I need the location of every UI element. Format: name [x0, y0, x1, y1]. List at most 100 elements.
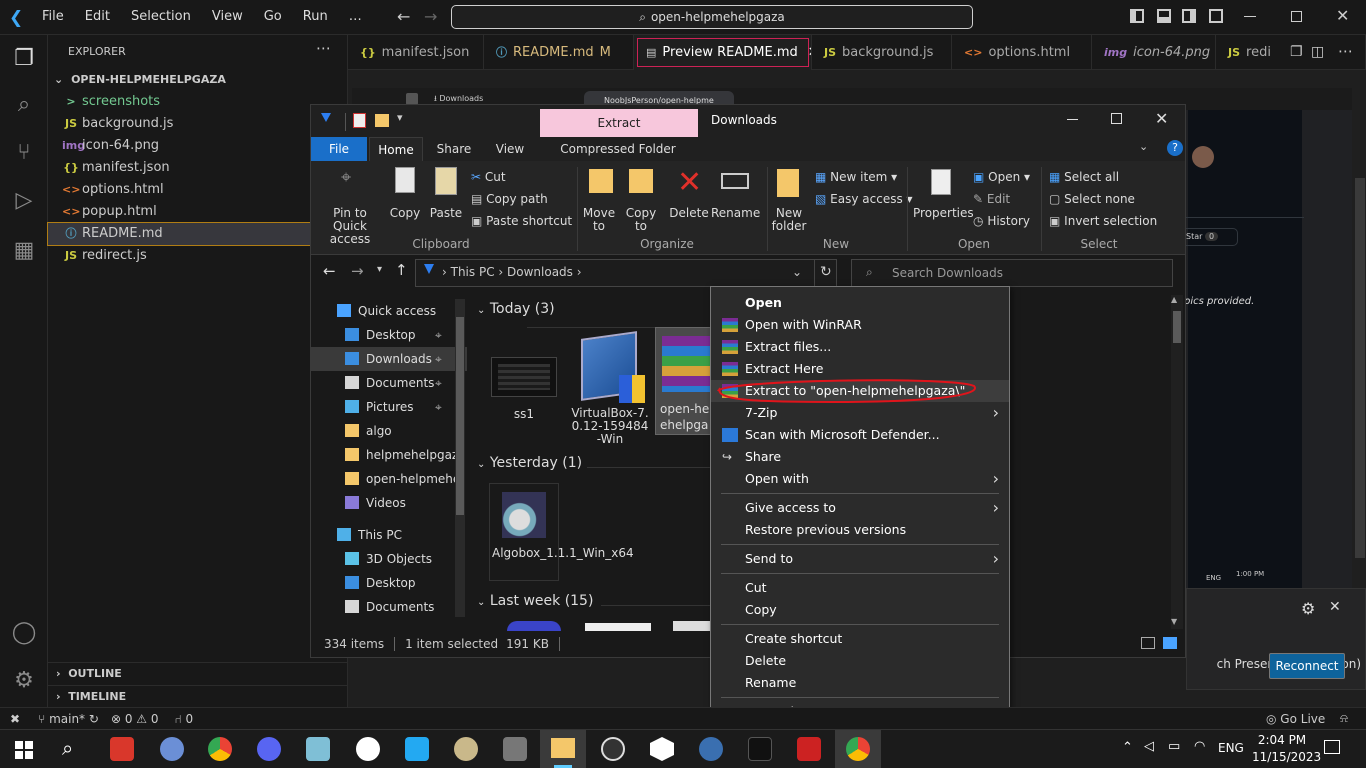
navpane-scrollbar[interactable] — [455, 299, 465, 617]
notification-center-icon[interactable] — [1324, 740, 1340, 754]
context-menu-item[interactable]: Create shortcut — [711, 628, 1009, 650]
tiktok-icon[interactable] — [748, 737, 772, 761]
avatar[interactable] — [1192, 146, 1214, 168]
settings-gear-icon[interactable]: ⚙ — [1301, 599, 1315, 618]
properties-button[interactable]: Properties — [913, 207, 974, 220]
tab-file[interactable]: File — [311, 137, 367, 161]
nav-item[interactable]: Pictures ⌖ — [311, 395, 467, 419]
large-icons-view-icon[interactable] — [1163, 637, 1177, 649]
editor-tab[interactable]: ▤Preview README.md✕ — [634, 35, 812, 70]
delete-button[interactable]: Delete — [669, 207, 709, 220]
group-today[interactable]: ⌄ Today (3) — [477, 301, 555, 317]
language-indicator[interactable]: ENG — [1218, 741, 1244, 755]
file-tree-item[interactable]: > screenshots — [48, 91, 348, 113]
menu-item[interactable]: Selection — [131, 9, 191, 24]
forward-arrow-icon[interactable]: → — [424, 7, 437, 26]
nav-item[interactable]: Desktop ⌖ — [311, 323, 467, 347]
help-icon[interactable]: ? — [1167, 140, 1183, 156]
run-debug-icon[interactable]: ▷ — [10, 187, 38, 215]
timeline-section[interactable]: › TIMELINE — [48, 685, 348, 707]
tab-share[interactable]: Share — [431, 137, 477, 161]
toggle-secondary-sidebar-icon[interactable] — [1182, 9, 1196, 23]
file-thumbnail-partial[interactable] — [507, 621, 561, 631]
menu-item[interactable]: … — [349, 9, 362, 24]
invert-selection-button[interactable]: ▣ Invert selection — [1049, 213, 1157, 229]
toggle-sidebar-icon[interactable] — [1130, 9, 1144, 23]
obs-icon[interactable] — [601, 737, 625, 761]
forward-arrow-icon[interactable]: → — [351, 262, 364, 280]
easy-access-button[interactable]: ▧ Easy access ▾ — [815, 191, 913, 207]
app-icon-1[interactable] — [110, 737, 134, 761]
context-menu-item[interactable]: Restore previous versions — [711, 519, 1009, 541]
chrome-icon[interactable] — [208, 737, 232, 761]
context-menu-item[interactable]: ↪ Share — [711, 446, 1009, 468]
maximize-icon[interactable] — [1111, 113, 1122, 124]
customize-layout-icon[interactable] — [1209, 9, 1223, 23]
search-icon[interactable]: ⌕ — [62, 736, 73, 760]
context-menu-item[interactable]: Delete — [711, 650, 1009, 672]
nav-item[interactable]: This PC — [311, 523, 467, 547]
chrome-taskbar-active[interactable] — [835, 730, 881, 768]
close-icon[interactable]: ✕ — [1329, 599, 1341, 615]
app-icon-7[interactable] — [699, 737, 723, 761]
source-control-icon[interactable]: ⑂ — [10, 139, 38, 167]
file-virtualbox[interactable]: VirtualBox-7.0.12-159484-Win — [571, 331, 649, 446]
battery-icon[interactable]: ▭ — [1168, 739, 1180, 754]
group-yesterday[interactable]: ⌄ Yesterday (1) — [477, 455, 582, 471]
address-dropdown-icon[interactable]: ⌄ — [792, 265, 802, 279]
back-arrow-icon[interactable]: ← — [397, 7, 410, 26]
file-thumbnail-partial[interactable] — [585, 623, 651, 631]
menu-item[interactable]: View — [212, 9, 243, 24]
copy-button[interactable]: Copy — [387, 207, 423, 220]
copy-to-button[interactable]: Copy to — [623, 207, 659, 233]
nav-item[interactable]: helpmehelpgaza — [311, 443, 467, 467]
context-menu-item[interactable]: Rename — [711, 672, 1009, 694]
search-box[interactable]: ⌕ Search Downloads — [851, 259, 1173, 287]
nav-item[interactable]: Videos — [311, 491, 467, 515]
context-menu-item[interactable]: Open with › — [711, 468, 1009, 490]
expand-ribbon-icon[interactable]: ⌄ — [1139, 140, 1148, 153]
editor-tab[interactable]: <> options.html — [952, 35, 1092, 70]
nav-item[interactable]: 3D Objects — [311, 547, 467, 571]
edit-button[interactable]: ✎ Edit — [973, 191, 1010, 207]
context-menu-item[interactable]: Open — [711, 292, 1009, 314]
select-all-button[interactable]: ▦ Select all — [1049, 169, 1119, 185]
extensions-icon[interactable]: ▦ — [10, 237, 38, 265]
explorer-taskbar-active[interactable] — [540, 730, 586, 768]
open-button[interactable]: ▣ Open ▾ — [973, 169, 1030, 185]
close-icon[interactable]: ✕ — [1155, 109, 1168, 128]
nav-item[interactable]: algo — [311, 419, 467, 443]
file-tree-item[interactable]: <> options.html — [48, 179, 348, 201]
new-folder-button[interactable]: New folder — [769, 207, 809, 233]
settings-gear-icon[interactable]: ⚙ — [10, 667, 38, 695]
app-icon-5[interactable] — [503, 737, 527, 761]
editor-tab[interactable]: ⓘ README.md M — [484, 35, 634, 70]
menu-item[interactable]: Go — [264, 9, 282, 24]
content-scrollbar[interactable]: ▲ ▼ — [1171, 295, 1183, 629]
nav-item[interactable]: open-helpmehe — [311, 467, 467, 491]
account-icon[interactable]: ◯ — [10, 619, 38, 647]
app-icon-6[interactable] — [650, 737, 674, 761]
cut-button[interactable]: ✂ Cut — [471, 169, 506, 185]
more-actions-icon[interactable]: ⋯ — [316, 39, 331, 57]
copy-path-button[interactable]: ▤ Copy path — [471, 191, 548, 207]
menu-item[interactable]: Run — [303, 9, 328, 24]
go-live-button[interactable]: ◎ Go Live — [1266, 712, 1325, 726]
new-folder-quick-icon[interactable] — [375, 114, 389, 127]
back-arrow-icon[interactable]: ← — [323, 262, 336, 280]
nav-item[interactable]: Documents ⌖ — [311, 371, 467, 395]
details-view-icon[interactable] — [1141, 637, 1155, 649]
nav-item[interactable]: Downloads ⌖ — [311, 347, 467, 371]
editor-tab[interactable]: {} manifest.json — [348, 35, 484, 70]
file-tree-item[interactable]: ⓘ README.md — [47, 222, 349, 246]
notifications-bell-icon[interactable]: ⍾ — [1340, 711, 1348, 726]
branch-indicator[interactable]: ⑂ main* ↻ — [38, 712, 99, 726]
context-menu-item[interactable]: Cut — [711, 577, 1009, 599]
vscode-taskbar-icon[interactable] — [405, 737, 429, 761]
refresh-icon[interactable]: ↻ — [820, 264, 832, 280]
tab-compressed-folder-tools[interactable]: Compressed Folder Tools — [545, 137, 691, 180]
select-none-button[interactable]: ▢ Select none — [1049, 191, 1135, 207]
file-tree-item[interactable]: imgicon-64.png — [48, 135, 348, 157]
file-thumbnail-partial[interactable] — [673, 621, 713, 631]
breadcrumb-downloads[interactable]: Downloads — [507, 265, 573, 279]
